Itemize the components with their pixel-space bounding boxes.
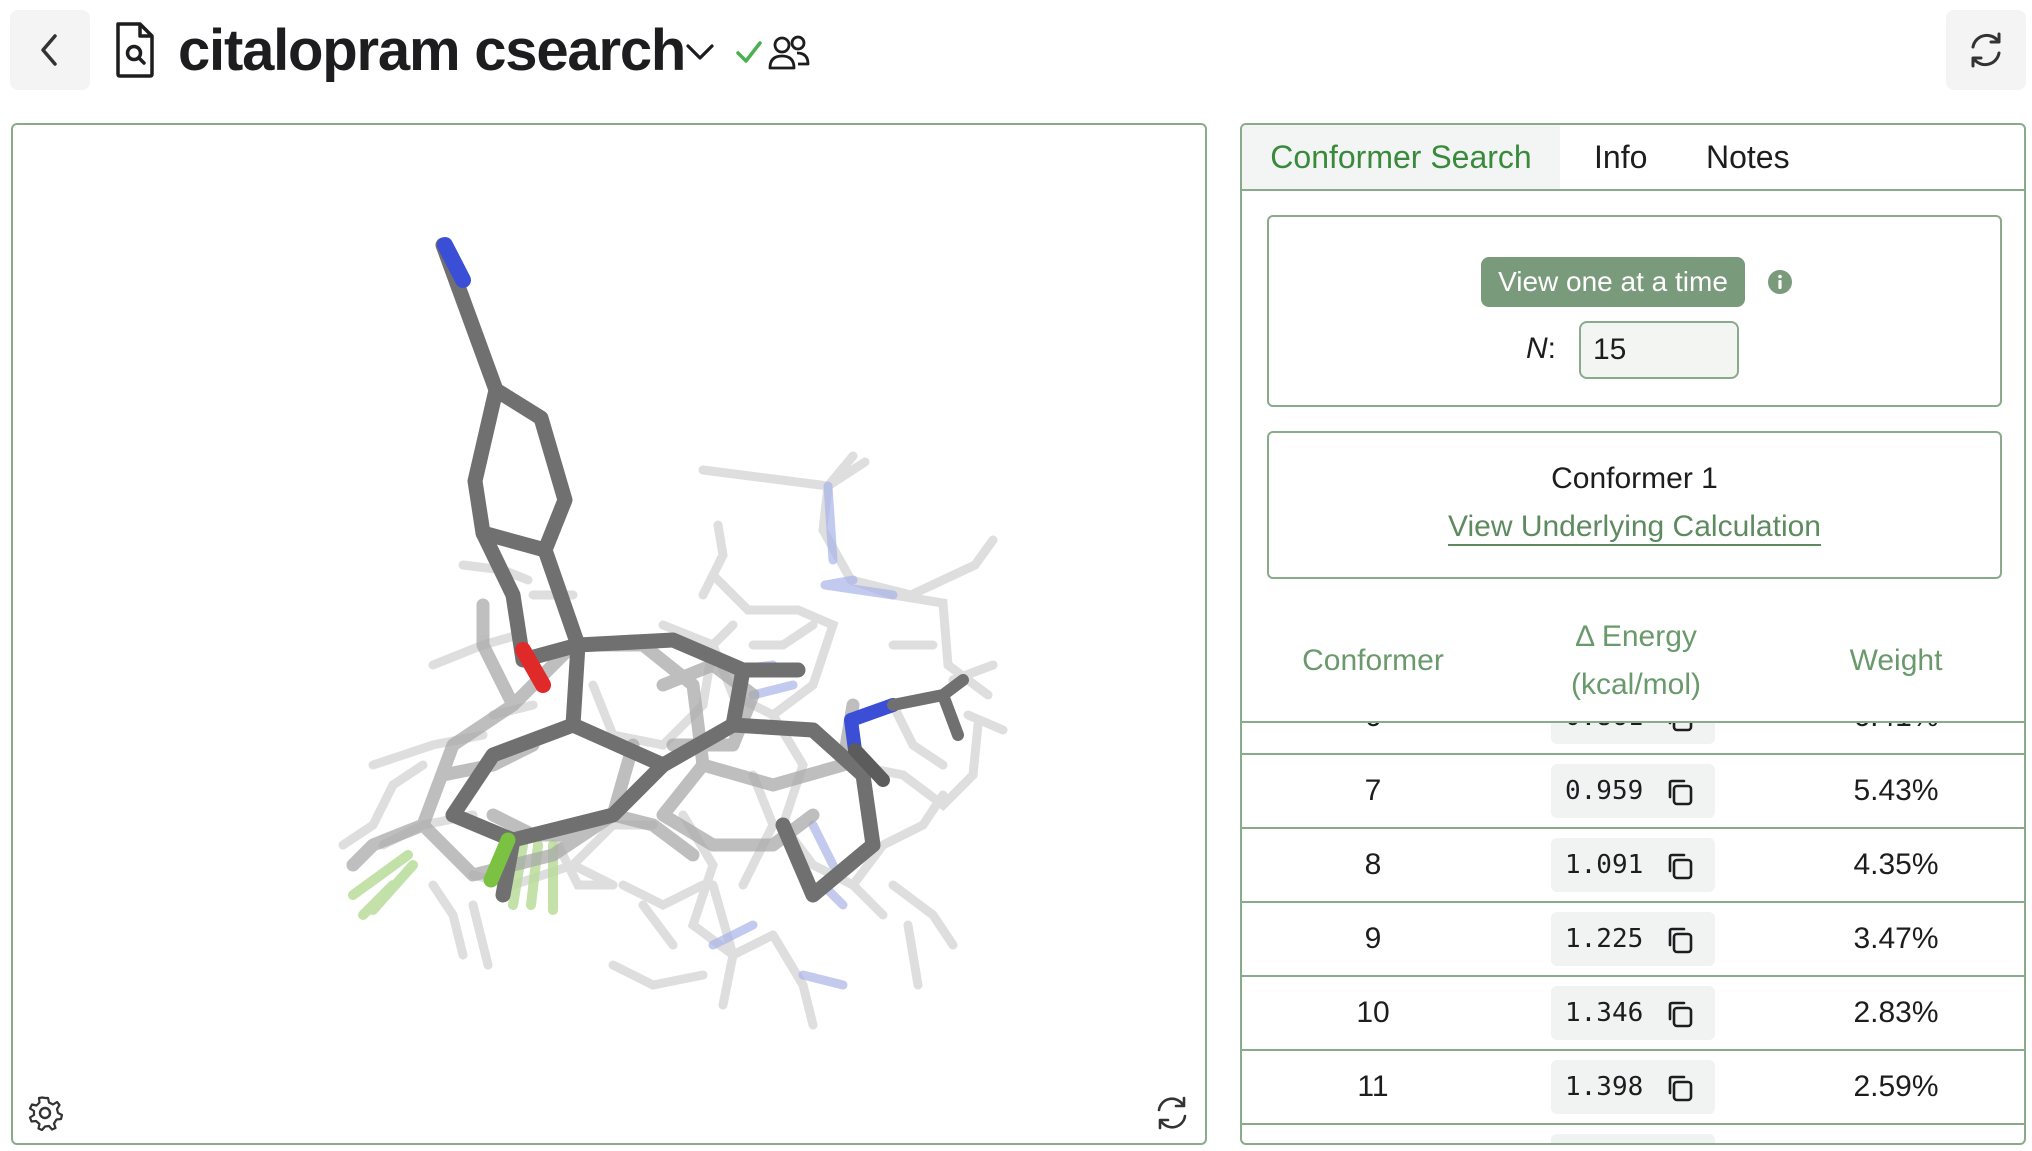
conformer-number: 8 bbox=[1364, 848, 1382, 881]
tab-bar: Conformer Search Info Notes bbox=[1242, 125, 2024, 191]
view-options-card: View one at a time N: bbox=[1267, 215, 2002, 407]
refresh-button[interactable] bbox=[1946, 10, 2026, 90]
copy-icon[interactable] bbox=[1665, 1073, 1695, 1103]
table-row[interactable]: 6 0.861 6.41% bbox=[1242, 723, 2024, 755]
weight-value: 2.83% bbox=[1853, 996, 1939, 1029]
header-energy-line1: Δ Energy bbox=[1575, 620, 1697, 653]
refresh-icon bbox=[1971, 32, 2001, 68]
header-weight[interactable]: Weight bbox=[1768, 637, 2024, 685]
page-title: citalopram csearch bbox=[178, 18, 686, 83]
copy-icon[interactable] bbox=[1665, 851, 1695, 881]
weight-value: 2.59% bbox=[1853, 1070, 1939, 1103]
energy-value-chip[interactable] bbox=[1551, 1134, 1715, 1143]
energy-value-chip[interactable]: 1.091 bbox=[1551, 838, 1715, 892]
view-underlying-calculation-link[interactable]: View Underlying Calculation bbox=[1269, 507, 2000, 547]
view-underlying-calculation-text: View Underlying Calculation bbox=[1448, 510, 1821, 546]
conformer-number: 7 bbox=[1364, 774, 1382, 807]
energy-value: 1.091 bbox=[1565, 850, 1644, 880]
tab-notes[interactable]: Notes bbox=[1706, 125, 1790, 189]
conformer-number: 6 bbox=[1242, 723, 1504, 753]
n-conformers-input[interactable] bbox=[1579, 321, 1739, 379]
gear-icon[interactable] bbox=[27, 1095, 63, 1131]
chevron-down-icon[interactable] bbox=[683, 40, 717, 64]
energy-value: 1.346 bbox=[1565, 998, 1644, 1028]
energy-value-chip[interactable]: 0.959 bbox=[1551, 764, 1715, 818]
conformer-number: 11 bbox=[1357, 1070, 1389, 1103]
conformer-number: 10 bbox=[1356, 996, 1390, 1029]
table-header: Conformer Δ Energy (kcal/mol) Weight bbox=[1242, 605, 2024, 723]
selected-conformer-card: Conformer 1 View Underlying Calculation bbox=[1267, 431, 2002, 579]
n-label: N: bbox=[1526, 329, 1556, 369]
weight-value: 6.41% bbox=[1768, 723, 2024, 753]
table-row[interactable]: 12 bbox=[1242, 1125, 2024, 1143]
copy-icon[interactable] bbox=[1665, 999, 1695, 1029]
conformer-table-body[interactable]: 6 0.861 6.41% 7 0.959 5.43% 8 1.091 4.35% 9 1.225 3… bbox=[1242, 723, 2024, 1143]
conformer-panel: Conformer Search Info Notes View one at … bbox=[1240, 123, 2026, 1145]
back-button[interactable] bbox=[10, 10, 90, 90]
check-icon bbox=[736, 41, 762, 63]
main-conformer bbox=[435, 237, 881, 903]
info-icon[interactable] bbox=[1767, 269, 1793, 295]
n-label-colon: : bbox=[1547, 332, 1557, 365]
header-energy-line2: (kcal/mol) bbox=[1570, 668, 1701, 701]
header-conformer[interactable]: Conformer bbox=[1242, 637, 1504, 685]
table-row[interactable]: 11 1.398 2.59% bbox=[1242, 1051, 2024, 1125]
weight-value: 5.43% bbox=[1853, 774, 1939, 807]
n-label-text: N bbox=[1526, 332, 1548, 365]
weight-value: 4.35% bbox=[1853, 848, 1939, 881]
conformer-number: 12 bbox=[1242, 1125, 1504, 1143]
table-row[interactable]: 8 1.091 4.35% bbox=[1242, 829, 2024, 903]
energy-value-chip[interactable]: 1.398 bbox=[1551, 1060, 1715, 1114]
copy-icon[interactable] bbox=[1665, 925, 1695, 955]
energy-value: 1.398 bbox=[1565, 1072, 1644, 1102]
table-row[interactable]: 10 1.346 2.83% bbox=[1242, 977, 2024, 1051]
energy-value: 0.959 bbox=[1565, 776, 1644, 806]
energy-value-chip[interactable]: 0.861 bbox=[1551, 723, 1715, 744]
document-search-icon bbox=[116, 22, 154, 78]
molecule-viewer[interactable] bbox=[11, 123, 1207, 1145]
copy-icon[interactable] bbox=[1665, 777, 1695, 807]
energy-value: 0.861 bbox=[1565, 723, 1643, 744]
table-row[interactable]: 7 0.959 5.43% bbox=[1242, 755, 2024, 829]
view-one-at-a-time-toggle[interactable]: View one at a time bbox=[1481, 257, 1745, 307]
conformer-overlay-3d[interactable] bbox=[13, 125, 1205, 1143]
users-icon[interactable] bbox=[768, 34, 810, 72]
energy-value-chip[interactable]: 1.346 bbox=[1551, 986, 1715, 1040]
selected-conformer-title: Conformer 1 bbox=[1551, 462, 1718, 495]
energy-value: 1.225 bbox=[1565, 924, 1644, 954]
tab-conformer-search[interactable]: Conformer Search bbox=[1242, 125, 1560, 189]
tab-info[interactable]: Info bbox=[1594, 125, 1647, 189]
weight-value: 3.47% bbox=[1853, 922, 1939, 955]
table-row[interactable]: 9 1.225 3.47% bbox=[1242, 903, 2024, 977]
conformer-number: 9 bbox=[1364, 922, 1382, 955]
header-energy[interactable]: Δ Energy (kcal/mol) bbox=[1504, 613, 1768, 709]
copy-icon[interactable] bbox=[1665, 723, 1695, 733]
weight-value bbox=[1768, 1125, 2024, 1143]
amine-nitrogen bbox=[844, 698, 900, 757]
chevron-left-icon bbox=[41, 34, 57, 66]
energy-value-chip[interactable]: 1.225 bbox=[1551, 912, 1715, 966]
rotate-icon[interactable] bbox=[1153, 1095, 1191, 1131]
